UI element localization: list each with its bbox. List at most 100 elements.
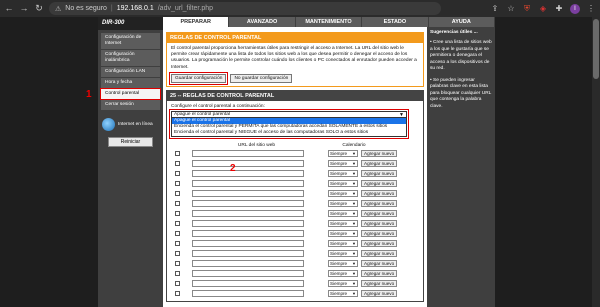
add-new-button[interactable]: Agregar nuevo: [361, 290, 398, 298]
add-new-button[interactable]: Agregar nuevo: [361, 160, 398, 168]
parental-rules-panel: REGLAS DE CONTROL PARENTAL El control pa…: [166, 32, 424, 87]
row-checkbox[interactable]: [175, 291, 180, 297]
table-row: Siempre ▼ Agregar nuevo: [171, 290, 419, 298]
url-input[interactable]: [192, 220, 304, 228]
row-checkbox[interactable]: [175, 211, 180, 217]
url-input[interactable]: [192, 210, 304, 218]
row-checkbox[interactable]: [175, 231, 180, 237]
share-icon[interactable]: ⇪: [490, 4, 500, 14]
url-input[interactable]: [192, 260, 304, 268]
sidebar-item-time[interactable]: Hora y fecha: [101, 77, 160, 88]
url-input[interactable]: [192, 190, 304, 198]
puzzle-icon[interactable]: ✚: [554, 4, 564, 14]
schedule-select[interactable]: Siempre ▼: [328, 280, 358, 288]
url-input[interactable]: [192, 180, 304, 188]
tab-maintenance[interactable]: MANTENIMIENTO: [295, 17, 362, 27]
schedule-select[interactable]: Siempre ▼: [328, 220, 358, 228]
schedule-select[interactable]: Siempre ▼: [328, 250, 358, 258]
row-checkbox[interactable]: [175, 261, 180, 267]
add-new-button[interactable]: Agregar nuevo: [361, 190, 398, 198]
add-new-button[interactable]: Agregar nuevo: [361, 180, 398, 188]
tab-status[interactable]: ESTADO: [362, 17, 428, 27]
sidebar-item-logout[interactable]: Cerrar sesión: [101, 99, 160, 110]
reboot-button[interactable]: Reiniciar: [108, 136, 153, 147]
schedule-select[interactable]: Siempre ▼: [328, 190, 358, 198]
add-new-button[interactable]: Agregar nuevo: [361, 210, 398, 218]
parental-mode-select[interactable]: Apague el control parental ▼ Apague el c…: [169, 108, 409, 139]
add-new-button[interactable]: Agregar nuevo: [361, 240, 398, 248]
option-deny[interactable]: Encienda el control parental y NIEGUE el…: [172, 130, 406, 136]
url-input[interactable]: [192, 150, 304, 158]
url-input[interactable]: [192, 170, 304, 178]
schedule-value: Siempre: [330, 161, 348, 167]
row-checkbox[interactable]: [175, 171, 180, 177]
schedule-value: Siempre: [330, 241, 348, 247]
add-new-button[interactable]: Agregar nuevo: [361, 170, 398, 178]
profile-avatar[interactable]: I: [570, 3, 580, 14]
row-checkbox[interactable]: [175, 241, 180, 247]
tab-setup[interactable]: PREPARAR: [163, 17, 229, 27]
url-input[interactable]: [192, 200, 304, 208]
extension-icon[interactable]: ◈: [538, 4, 548, 14]
scrollbar-thumb[interactable]: [593, 19, 599, 79]
select-options: Apague el control parental Encienda el c…: [171, 117, 407, 137]
chevron-down-icon: ▼: [352, 221, 356, 227]
separator: |: [110, 5, 113, 12]
sidebar-item-internet[interactable]: Configuración de Internet: [101, 33, 160, 49]
add-new-button[interactable]: Agregar nuevo: [361, 260, 398, 268]
row-checkbox[interactable]: [175, 161, 180, 167]
dont-save-button[interactable]: No guardar configuración: [230, 73, 293, 83]
schedule-select[interactable]: Siempre ▼: [328, 270, 358, 278]
schedule-select[interactable]: Siempre ▼: [328, 170, 358, 178]
row-checkbox[interactable]: [175, 251, 180, 257]
menu-icon[interactable]: ⋮: [586, 4, 596, 14]
schedule-select[interactable]: Siempre ▼: [328, 200, 358, 208]
row-checkbox[interactable]: [175, 151, 180, 157]
schedule-select[interactable]: Siempre ▼: [328, 230, 358, 238]
star-icon[interactable]: ☆: [506, 4, 516, 14]
schedule-select[interactable]: Siempre ▼: [328, 260, 358, 268]
warning-icon: ⚠: [55, 5, 62, 13]
schedule-select[interactable]: Siempre ▼: [328, 160, 358, 168]
url-input[interactable]: [192, 240, 304, 248]
tab-help[interactable]: AYUDA: [428, 17, 495, 27]
url-input[interactable]: [192, 280, 304, 288]
schedule-select[interactable]: Siempre ▼: [328, 290, 358, 298]
forward-icon[interactable]: →: [19, 0, 29, 17]
add-new-button[interactable]: Agregar nuevo: [361, 250, 398, 258]
table-row: Siempre ▼ Agregar nuevo: [171, 190, 419, 198]
address-bar[interactable]: ⚠ No es seguro | 192.168.0.1/adv_url_fil…: [49, 2, 441, 15]
url-input[interactable]: [192, 230, 304, 238]
add-new-button[interactable]: Agregar nuevo: [361, 270, 398, 278]
row-checkbox[interactable]: [175, 271, 180, 277]
sidebar-item-lan[interactable]: Configuración LAN: [101, 66, 160, 77]
shield-extension-icon[interactable]: ⛨: [522, 4, 532, 14]
row-checkbox[interactable]: [175, 201, 180, 207]
sidebar-item-parental-control[interactable]: Control parental: [100, 87, 161, 100]
add-new-button[interactable]: Agregar nuevo: [361, 220, 398, 228]
row-checkbox[interactable]: [175, 221, 180, 227]
schedule-select[interactable]: Siempre ▼: [328, 210, 358, 218]
schedule-select[interactable]: Siempre ▼: [328, 180, 358, 188]
reload-icon[interactable]: ↻: [34, 0, 44, 17]
select-current[interactable]: Apague el control parental ▼: [171, 110, 407, 118]
url-input[interactable]: [192, 290, 304, 298]
url-input[interactable]: [192, 160, 304, 168]
scrollbar[interactable]: [592, 17, 600, 307]
row-checkbox[interactable]: [175, 191, 180, 197]
url-input[interactable]: [192, 250, 304, 258]
tab-advanced[interactable]: AVANZADO: [229, 17, 295, 27]
row-checkbox[interactable]: [175, 281, 180, 287]
url-input[interactable]: [192, 270, 304, 278]
add-new-button[interactable]: Agregar nuevo: [361, 150, 398, 158]
chevron-down-icon: ▼: [352, 171, 356, 177]
add-new-button[interactable]: Agregar nuevo: [361, 200, 398, 208]
row-checkbox[interactable]: [175, 181, 180, 187]
back-icon[interactable]: ←: [4, 0, 14, 17]
schedule-select[interactable]: Siempre ▼: [328, 150, 358, 158]
schedule-select[interactable]: Siempre ▼: [328, 240, 358, 248]
save-settings-button[interactable]: Guardar configuración: [168, 71, 229, 85]
add-new-button[interactable]: Agregar nuevo: [361, 280, 398, 288]
add-new-button[interactable]: Agregar nuevo: [361, 230, 398, 238]
sidebar-item-wireless[interactable]: Configuración inalámbrica: [101, 49, 160, 66]
